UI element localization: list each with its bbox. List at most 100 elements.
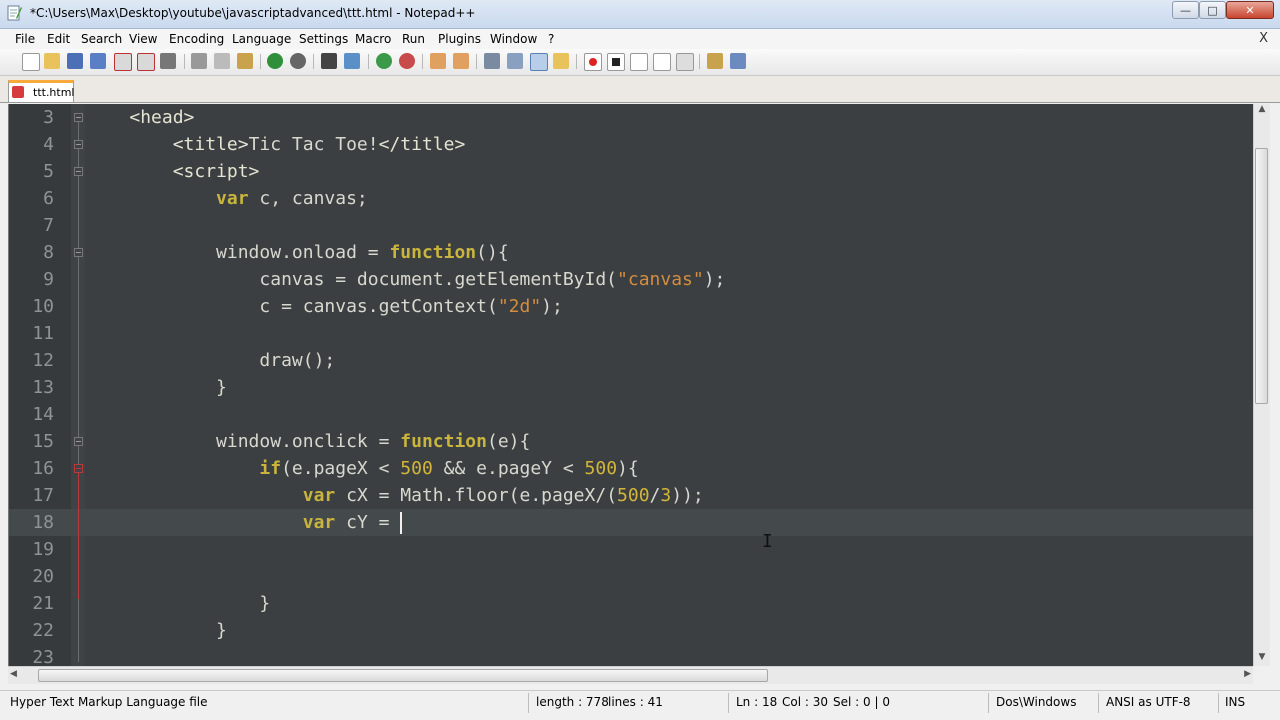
line-number: 3 [43, 107, 54, 128]
status-separator [728, 693, 729, 713]
status-separator [1218, 693, 1219, 713]
menu-settings[interactable]: Settings [299, 32, 348, 46]
scroll-left-icon[interactable]: ◀ [10, 669, 17, 679]
code-line: 17 var cX = Math.floor(e.pageX/(500/3)); [9, 482, 1254, 509]
sync-horizontal-icon[interactable] [453, 53, 469, 69]
line-number: 20 [32, 566, 54, 587]
code-text: } [259, 593, 271, 614]
horizontal-scrollbar[interactable]: ◀ ▶ [8, 666, 1253, 684]
close-button[interactable]: ✕ [1226, 1, 1274, 19]
line-number: 19 [32, 539, 54, 560]
toolbar [0, 49, 1280, 76]
code-text: var c, canvas; [216, 188, 368, 209]
code-text: if(e.pageX < 500 && e.pageY < 500){ [259, 458, 639, 479]
toolbar-separator [576, 54, 577, 69]
menu-window[interactable]: Window [490, 32, 537, 46]
code-text: canvas = document.getElementById("canvas… [259, 269, 726, 290]
status-encoding: ANSI as UTF-8 [1106, 695, 1191, 709]
code-line: 22 } [9, 617, 1254, 644]
line-number: 8 [43, 242, 54, 263]
line-number: 18 [32, 512, 54, 533]
menu-plugins[interactable]: Plugins [438, 32, 481, 46]
minimize-button[interactable]: — [1172, 1, 1199, 19]
close-file-icon[interactable] [114, 53, 132, 71]
zoom-in-icon[interactable] [376, 53, 392, 69]
menu-search[interactable]: Search [81, 32, 122, 46]
status-selection: Sel : 0 | 0 [833, 695, 890, 709]
horizontal-scroll-thumb[interactable] [38, 669, 768, 682]
line-number: 22 [32, 620, 54, 641]
scroll-up-icon[interactable]: ▲ [1254, 104, 1270, 118]
spell-check-icon[interactable] [730, 53, 746, 69]
menu-macro[interactable]: Macro [355, 32, 391, 46]
toolbar-separator [260, 54, 261, 69]
close-document-button[interactable]: X [1259, 31, 1268, 46]
new-file-icon[interactable] [22, 53, 40, 71]
line-number: 6 [43, 188, 54, 209]
run-macro-multiple-icon[interactable] [653, 53, 671, 71]
code-line: 19 [9, 536, 1254, 563]
window-title: *C:\Users\Max\Desktop\youtube\javascript… [30, 6, 476, 20]
scroll-down-icon[interactable]: ▼ [1254, 652, 1270, 666]
redo-icon[interactable] [290, 53, 306, 69]
code-text: <title>Tic Tac Toe!</title> [172, 134, 466, 155]
code-text: draw(); [259, 350, 336, 371]
show-all-chars-icon[interactable] [507, 53, 523, 69]
vertical-scroll-thumb[interactable] [1255, 148, 1268, 404]
word-wrap-icon[interactable] [484, 53, 500, 69]
title-bar: *C:\Users\Max\Desktop\youtube\javascript… [0, 0, 1280, 29]
menu-encoding[interactable]: Encoding [169, 32, 224, 46]
scroll-right-icon[interactable]: ▶ [1244, 669, 1251, 679]
line-number: 9 [43, 269, 54, 290]
find-icon[interactable] [321, 53, 337, 69]
code-line: 9 canvas = document.getElementById("canv… [9, 266, 1254, 293]
line-number: 15 [32, 431, 54, 452]
line-number: 7 [43, 215, 54, 236]
paste-icon[interactable] [237, 53, 253, 69]
status-length: length : 778 [536, 695, 609, 709]
line-number: 4 [43, 134, 54, 155]
line-number: 12 [32, 350, 54, 371]
code-line: 6 var c, canvas; [9, 185, 1254, 212]
menu-help[interactable]: ? [548, 32, 554, 46]
plugin-icon[interactable] [707, 53, 723, 69]
print-icon[interactable] [160, 53, 176, 69]
indent-guide-icon[interactable] [530, 53, 548, 71]
menu-view[interactable]: View [129, 32, 157, 46]
save-icon[interactable] [67, 53, 83, 69]
sync-vertical-icon[interactable] [430, 53, 446, 69]
code-line: 3 <head> [9, 104, 1254, 131]
menu-file[interactable]: File [15, 32, 35, 46]
menu-language[interactable]: Language [232, 32, 291, 46]
code-text: <head> [129, 107, 195, 128]
menu-edit[interactable]: Edit [47, 32, 70, 46]
undo-icon[interactable] [267, 53, 283, 69]
replace-icon[interactable] [344, 53, 360, 69]
unsaved-file-icon [12, 86, 24, 98]
line-number: 14 [32, 404, 54, 425]
user-defined-dialog-icon[interactable] [553, 53, 569, 69]
close-all-icon[interactable] [137, 53, 155, 71]
line-number: 23 [32, 647, 54, 666]
maximize-button[interactable]: □ [1199, 1, 1226, 19]
code-text: var cY = [302, 512, 403, 534]
save-all-icon[interactable] [90, 53, 106, 69]
vertical-scrollbar[interactable]: ▲ ▼ [1253, 104, 1270, 666]
line-number: 21 [32, 593, 54, 614]
cut-icon[interactable] [191, 53, 207, 69]
code-text: <script> [172, 161, 260, 182]
code-line: 4 <title>Tic Tac Toe!</title> [9, 131, 1254, 158]
menu-run[interactable]: Run [402, 32, 425, 46]
toolbar-separator [699, 54, 700, 69]
copy-icon[interactable] [214, 53, 230, 69]
play-macro-icon[interactable] [630, 53, 648, 71]
stop-macro-icon[interactable] [607, 53, 625, 71]
tab-ttt-html[interactable]: ttt.html [8, 80, 75, 102]
tab-bar: ttt.html [0, 76, 1280, 103]
code-editor[interactable]: 3 <head> 4 <title>Tic Tac Toe!</title> 5… [8, 104, 1254, 666]
save-macro-icon[interactable] [676, 53, 694, 71]
open-file-icon[interactable] [44, 53, 60, 69]
record-macro-icon[interactable] [584, 53, 602, 71]
notepad-app-icon[interactable] [6, 5, 22, 21]
zoom-out-icon[interactable] [399, 53, 415, 69]
